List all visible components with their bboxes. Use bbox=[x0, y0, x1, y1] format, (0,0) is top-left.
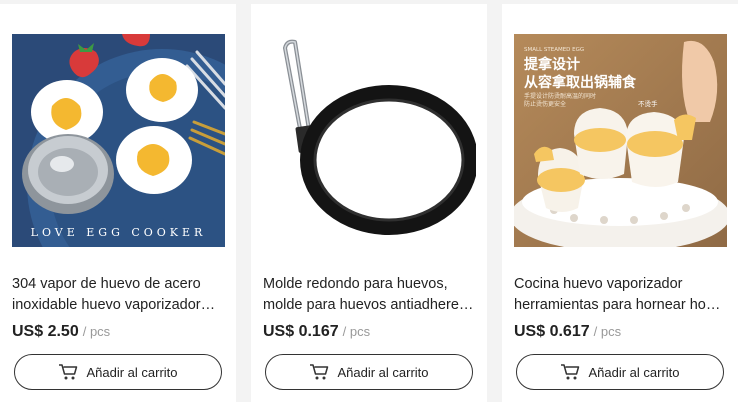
svg-text:不烫手: 不烫手 bbox=[638, 99, 658, 108]
add-to-cart-button[interactable]: Añadir al carrito bbox=[516, 354, 724, 390]
price-unit: / pcs bbox=[593, 324, 622, 339]
product-image-caption: LOVE EGG COOKER bbox=[31, 226, 207, 239]
product-card[interactable]: Molde redondo para huevos, molde para hu… bbox=[251, 4, 487, 402]
product-card[interactable]: SMALL STEAMED EGG 提拿设计 从容拿取出锅辅食 手提设计防烫耐高… bbox=[502, 4, 738, 402]
price-row: US$ 0.167/ pcs bbox=[263, 323, 370, 341]
product-image[interactable] bbox=[263, 34, 476, 247]
add-to-cart-button[interactable]: Añadir al carrito bbox=[265, 354, 473, 390]
product-price: US$ 0.167 bbox=[263, 323, 339, 340]
cart-icon bbox=[560, 363, 580, 381]
add-to-cart-label: Añadir al carrito bbox=[588, 364, 680, 380]
price-unit: / pcs bbox=[342, 324, 371, 339]
product-title[interactable]: Molde redondo para huevos, molde para hu… bbox=[263, 274, 477, 316]
cart-icon bbox=[58, 363, 78, 381]
price-row: US$ 2.50/ pcs bbox=[12, 323, 110, 341]
price-row: US$ 0.617/ pcs bbox=[514, 323, 621, 341]
svg-text:SMALL STEAMED EGG: SMALL STEAMED EGG bbox=[524, 47, 584, 53]
svg-text:从容拿取出锅辅食: 从容拿取出锅辅食 bbox=[524, 74, 637, 91]
product-title[interactable]: Cocina huevo vaporizador herramientas pa… bbox=[514, 274, 728, 316]
cart-icon bbox=[309, 363, 329, 381]
add-to-cart-label: Añadir al carrito bbox=[86, 364, 178, 380]
price-unit: / pcs bbox=[82, 324, 111, 339]
add-to-cart-button[interactable]: Añadir al carrito bbox=[14, 354, 222, 390]
svg-text:防止烫伤更安全: 防止烫伤更安全 bbox=[524, 100, 566, 108]
product-title[interactable]: 304 vapor de huevo de acero inoxidable h… bbox=[12, 274, 226, 316]
svg-text:提拿设计: 提拿设计 bbox=[524, 56, 580, 73]
product-price: US$ 0.617 bbox=[514, 323, 590, 340]
svg-text:手提设计防烫耐高温的同时: 手提设计防烫耐高温的同时 bbox=[524, 92, 596, 100]
product-image[interactable]: LOVE EGG COOKER bbox=[12, 34, 225, 247]
product-price: US$ 2.50 bbox=[12, 323, 79, 340]
product-card[interactable]: LOVE EGG COOKER 304 vapor de huevo de ac… bbox=[0, 4, 236, 402]
product-image[interactable]: SMALL STEAMED EGG 提拿设计 从容拿取出锅辅食 手提设计防烫耐高… bbox=[514, 34, 727, 247]
add-to-cart-label: Añadir al carrito bbox=[337, 364, 429, 380]
